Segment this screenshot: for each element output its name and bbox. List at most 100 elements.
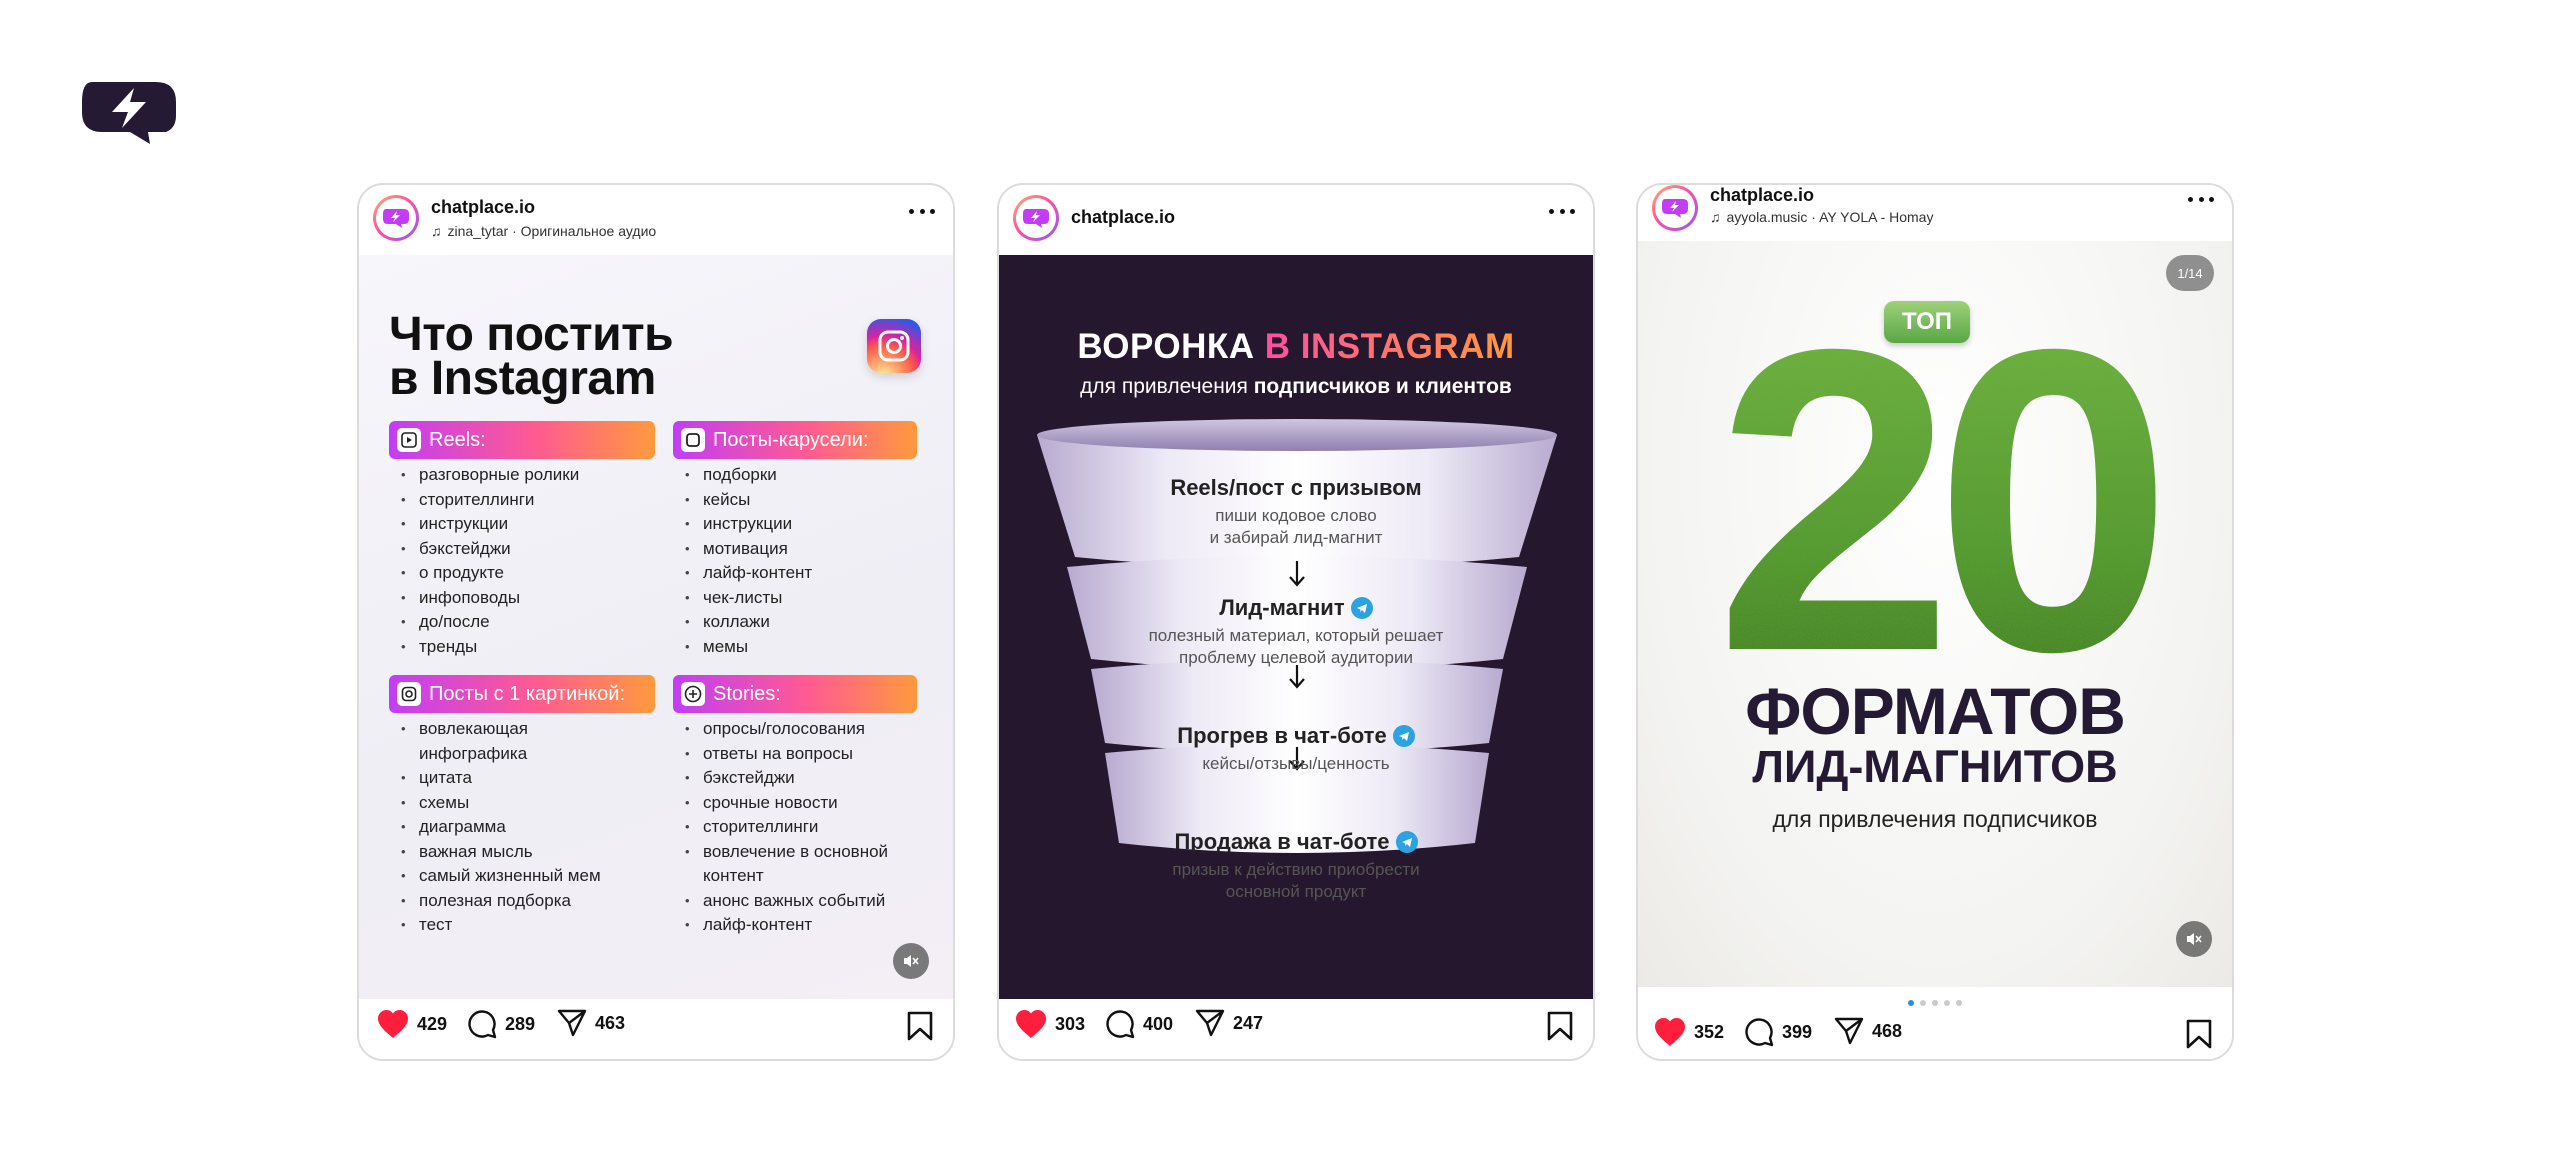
- stage-desc: проблему целевой аудитории: [1179, 648, 1413, 667]
- post-media[interactable]: Что постить в Instagram Reels: разговорн…: [359, 255, 953, 1001]
- likes-count: 303: [1055, 1013, 1086, 1034]
- list-item: тренды: [389, 635, 579, 660]
- comments-count: 289: [505, 1013, 536, 1034]
- bookmark-icon: [2186, 1019, 2212, 1049]
- headline-line2: ЛИД-МАГНИТОВ: [1752, 741, 2118, 792]
- shares-count: 468: [1872, 1020, 1903, 1041]
- list-item: сторителлинги: [389, 488, 579, 513]
- speaker-muted-icon: [2187, 933, 2202, 945]
- post-header: chatplace.io ♫ ayyola.music · AY YOLA - …: [1638, 185, 2232, 241]
- audio-info[interactable]: ♫ zina_tytar · Оригинальное аудио: [431, 223, 656, 239]
- more-options-button[interactable]: [1549, 207, 1575, 215]
- list-item: чек-листы: [673, 586, 812, 611]
- likes-count: 352: [1694, 1021, 1725, 1042]
- list-item: кейсы: [673, 488, 812, 513]
- heart-icon: [1655, 1018, 1685, 1046]
- list-item: бэкстейджи: [389, 537, 579, 562]
- telegram-icon: [1395, 831, 1418, 853]
- avatar[interactable]: [1652, 185, 1698, 231]
- stage-title: Прогрев в чат-боте: [1177, 723, 1387, 748]
- avatar[interactable]: [373, 195, 419, 241]
- list-item: контент: [703, 866, 764, 885]
- list-item: инструкции: [673, 512, 812, 537]
- account-name[interactable]: chatplace.io: [1710, 185, 1814, 206]
- comment-button[interactable]: 399: [1744, 1017, 1812, 1047]
- audio-label: ayyola.music · AY YOLA - Homay: [1726, 209, 1934, 225]
- save-button[interactable]: [1547, 1011, 1573, 1046]
- funnel-stage: Прогрев в чат-боте кейсы/отзывы/ценность: [999, 723, 1593, 775]
- list-item: срочные новости: [673, 791, 888, 816]
- music-note-icon: ♫: [1710, 209, 1721, 225]
- chatplace-logo: [82, 82, 176, 144]
- comment-button[interactable]: 400: [1105, 1009, 1173, 1039]
- list-item: разговорные ролики: [389, 463, 579, 488]
- section-list: опросы/голосованияответы на вопросыбэкст…: [673, 717, 888, 938]
- list-item: тест: [389, 913, 601, 938]
- list-item: до/после: [389, 610, 579, 635]
- section-pill: Посты с 1 картинкой:: [389, 675, 655, 713]
- mute-button[interactable]: [893, 943, 929, 979]
- list-item: лайф-контент: [673, 913, 888, 938]
- list-item: мемы: [673, 635, 812, 660]
- save-button[interactable]: [907, 1011, 933, 1046]
- carousel-icon: [681, 428, 705, 452]
- section-pill: Посты-карусели:: [673, 421, 917, 459]
- account-name[interactable]: chatplace.io: [431, 197, 535, 218]
- list-item: диаграмма: [389, 815, 601, 840]
- share-button[interactable]: 247: [1195, 1009, 1263, 1037]
- more-options-button[interactable]: [2188, 195, 2214, 203]
- audio-label: zina_tytar · Оригинальное аудио: [447, 223, 657, 239]
- more-options-button[interactable]: [909, 207, 935, 215]
- post-card: chatplace.io ♫ zina_tytar · Оригинальное…: [357, 183, 955, 1061]
- likes-count: 429: [417, 1013, 448, 1034]
- reels-icon: [397, 428, 421, 452]
- like-button[interactable]: 429: [377, 1009, 447, 1039]
- post-actions: 429 289 463: [359, 999, 953, 1059]
- list-item: мотивация: [673, 537, 812, 562]
- image-icon: [397, 682, 421, 706]
- like-button[interactable]: 352: [1654, 1017, 1724, 1047]
- list-item: ответы на вопросы: [673, 742, 888, 767]
- list-item: инструкции: [389, 512, 579, 537]
- audio-info[interactable]: ♫ ayyola.music · AY YOLA - Homay: [1710, 209, 1933, 225]
- list-item: схемы: [389, 791, 601, 816]
- shares-count: 247: [1233, 1012, 1264, 1033]
- list-item: сторителлинги: [673, 815, 888, 840]
- section-label: Посты с 1 картинкой:: [429, 682, 626, 705]
- list-item: полезная подборка: [389, 889, 601, 914]
- post-media[interactable]: 1/14 20 ТОП ФОРМАТОВ ЛИД-МАГНИТОВ для пр…: [1638, 241, 2232, 987]
- save-button[interactable]: [2186, 1019, 2212, 1054]
- section-label: Reels:: [429, 428, 486, 451]
- post-actions: 352 399 468: [1638, 1011, 2232, 1059]
- comments-count: 400: [1143, 1013, 1174, 1034]
- title-line: в Instagram: [389, 352, 656, 405]
- send-icon: [1195, 1009, 1225, 1037]
- avatar[interactable]: [1013, 195, 1059, 241]
- stage-desc: полезный материал, который решает: [1148, 626, 1444, 645]
- like-button[interactable]: 303: [1015, 1009, 1085, 1039]
- list-item: лайф-контент: [673, 561, 812, 586]
- telegram-icon: [1350, 597, 1373, 619]
- comment-button[interactable]: 289: [467, 1009, 535, 1039]
- list-item: инфоповоды: [389, 586, 579, 611]
- list-item: опросы/голосования: [673, 717, 888, 742]
- account-name[interactable]: chatplace.io: [1071, 207, 1175, 228]
- telegram-icon: [1392, 725, 1415, 747]
- mute-button[interactable]: [2176, 921, 2212, 957]
- speaker-muted-icon: [904, 955, 919, 967]
- stage-title: Продажа в чат-боте: [1174, 829, 1390, 854]
- list-item: бэкстейджи: [673, 766, 888, 791]
- chatplace-icon: [1023, 209, 1049, 228]
- comment-icon: [1745, 1018, 1774, 1047]
- share-button[interactable]: 468: [1834, 1017, 1902, 1045]
- list-item: о продукте: [389, 561, 579, 586]
- section-label: Stories:: [713, 682, 781, 705]
- share-button[interactable]: 463: [557, 1009, 625, 1037]
- post-media[interactable]: ВОРОНКА В INSTAGRAM для привлечения подп…: [999, 255, 1593, 1001]
- top-badge: ТОП: [1884, 301, 1970, 343]
- list-item: цитата: [389, 766, 601, 791]
- bookmark-icon: [907, 1011, 933, 1041]
- section-list: разговорные роликисторителлингиинструкци…: [389, 463, 579, 659]
- comment-icon: [468, 1010, 497, 1039]
- stage-desc: основной продукт: [1225, 882, 1367, 901]
